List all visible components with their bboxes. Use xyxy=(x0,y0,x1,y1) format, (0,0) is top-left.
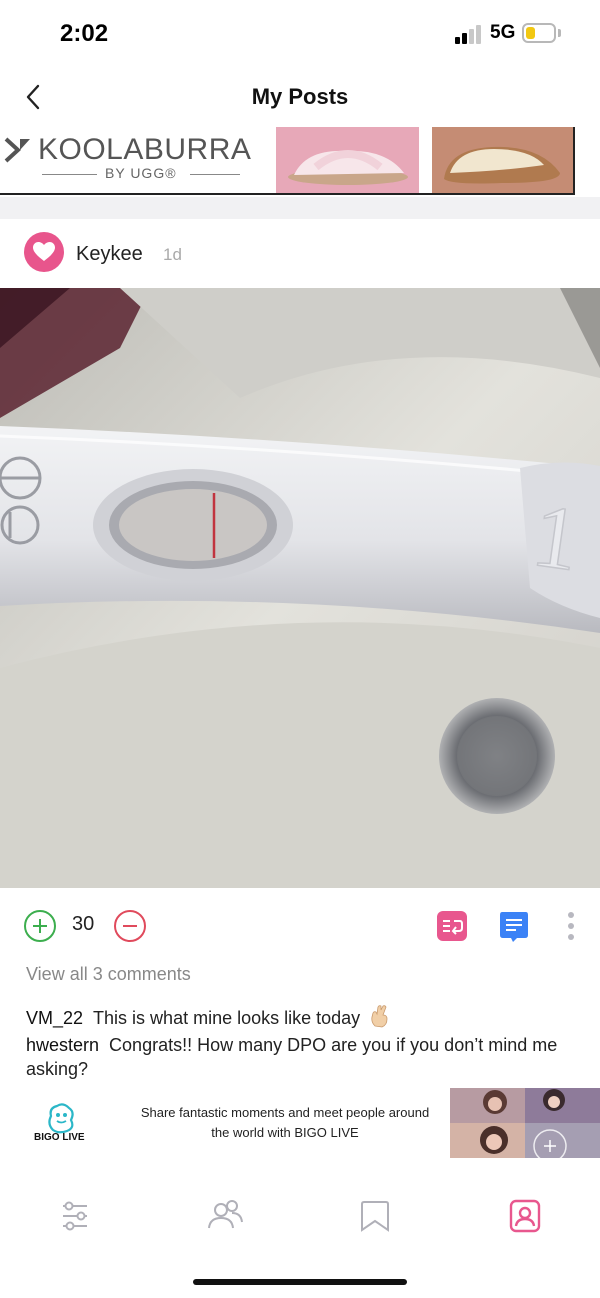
heart-icon xyxy=(33,242,55,261)
product-image-slide xyxy=(276,127,419,193)
vote-count: 30 xyxy=(72,913,95,935)
bigo-ad[interactable]: BIGO LIVE Share fantastic moments and me… xyxy=(0,1088,600,1160)
product-image-slipper xyxy=(432,127,573,193)
brand-logo: KOOLABURRA BY UGG® xyxy=(0,129,270,189)
brand-sub: BY UGG® xyxy=(105,165,177,181)
status-bar: 2:02 5G xyxy=(0,0,600,70)
author-name[interactable]: Keykee xyxy=(76,243,143,266)
comment-user[interactable]: hwestern xyxy=(26,1035,99,1055)
brand-divider xyxy=(42,174,97,175)
downvote-icon[interactable] xyxy=(114,910,146,942)
bookmark-icon[interactable] xyxy=(355,1196,395,1236)
comment-text: Congrats!! How many DPO are you if you d… xyxy=(26,1035,558,1079)
reply-icon[interactable] xyxy=(437,911,467,941)
bottom-nav xyxy=(0,1190,600,1250)
bigo-name: BIGO LIVE xyxy=(34,1132,85,1143)
header: My Posts xyxy=(0,70,600,125)
battery-tip xyxy=(558,29,561,37)
comment-icon[interactable] xyxy=(499,911,529,942)
avatar[interactable] xyxy=(24,232,64,272)
bigo-logo-icon xyxy=(30,1096,90,1156)
post-author: Keykee 1d xyxy=(0,222,600,286)
comment: hwestern Congrats!! How many DPO are you … xyxy=(26,1033,576,1081)
upvote-icon[interactable] xyxy=(24,910,56,942)
more-icon[interactable] xyxy=(565,911,577,943)
sliders-icon[interactable] xyxy=(55,1196,95,1236)
signal-icon xyxy=(455,24,483,44)
bigo-ad-image xyxy=(450,1088,600,1158)
page-title: My Posts xyxy=(251,84,349,109)
people-icon[interactable] xyxy=(205,1196,245,1236)
battery-fill xyxy=(526,27,535,39)
comment: VM_22 This is what mine looks like today xyxy=(26,1004,576,1030)
bigo-ad-text: Share fantastic moments and meet people … xyxy=(140,1105,430,1140)
crossed-fingers-icon xyxy=(371,1005,388,1028)
post-time: 1d xyxy=(163,245,182,264)
post-image[interactable]: 1 xyxy=(0,288,600,888)
brand-divider xyxy=(190,174,240,175)
profile-icon[interactable] xyxy=(505,1196,545,1236)
status-time: 2:02 xyxy=(60,20,109,47)
comment-text: This is what mine looks like today xyxy=(93,1008,361,1028)
network-label: 5G xyxy=(490,22,516,43)
brand-mark-icon xyxy=(4,137,30,163)
comment-user[interactable]: VM_22 xyxy=(26,1008,83,1028)
section-divider xyxy=(0,197,600,219)
brand-name: KOOLABURRA xyxy=(38,133,252,166)
ad-banner[interactable]: KOOLABURRA BY UGG® xyxy=(0,127,575,195)
view-all-comments-link[interactable]: View all 3 comments xyxy=(26,964,191,985)
battery-icon xyxy=(522,23,556,43)
home-indicator[interactable] xyxy=(193,1279,407,1285)
